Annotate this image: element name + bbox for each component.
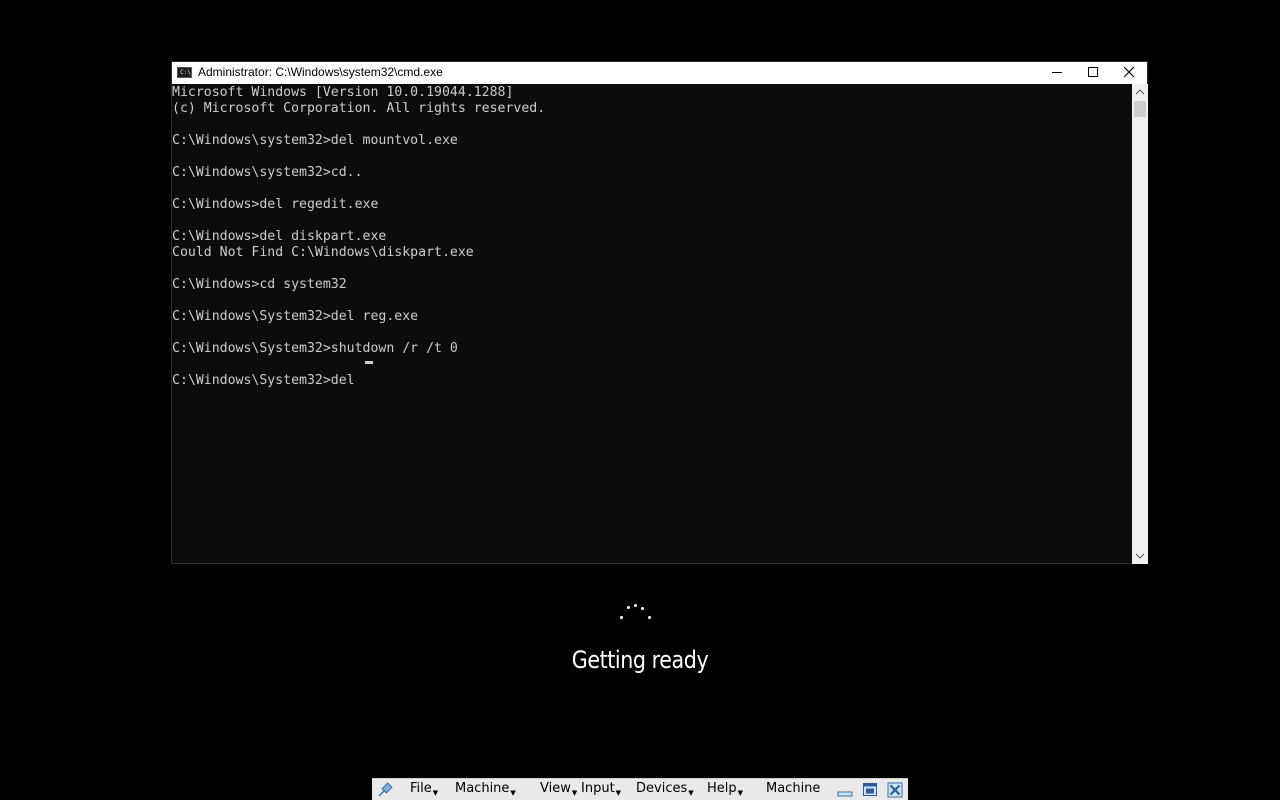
cmd-icon: C:\. <box>177 67 195 78</box>
menu-arrow-icon: ▼ <box>737 789 744 797</box>
scroll-up-button[interactable] <box>1132 84 1148 100</box>
restore-window-icon[interactable] <box>862 782 878 798</box>
scroll-thumb[interactable] <box>1134 101 1146 117</box>
menu-input[interactable]: Input▼ <box>581 781 621 797</box>
menu-arrow-icon: ▼ <box>688 789 694 797</box>
console-line: C:\Windows\system32>del mountvol.exe <box>172 133 458 148</box>
close-button[interactable] <box>1111 62 1147 84</box>
menu-devices[interactable]: Devices▼ <box>636 781 694 797</box>
menu-devices-label: Devices <box>636 781 688 796</box>
maximize-button[interactable] <box>1075 62 1111 84</box>
console-line: Microsoft Windows [Version 10.0.19044.12… <box>172 85 514 100</box>
loading-spinner-icon <box>615 600 655 626</box>
menu-help[interactable]: Help▼ <box>707 781 743 797</box>
console-line: C:\Windows\System32>del reg.exe <box>172 309 419 324</box>
scroll-down-button[interactable] <box>1132 548 1148 564</box>
menu-arrow-icon: ▼ <box>571 789 578 797</box>
minimize-icon <box>1052 72 1062 73</box>
pin-icon[interactable] <box>376 781 394 799</box>
console-line: C:\Windows\system32>cd.. <box>172 165 363 180</box>
menu-arrow-icon: ▼ <box>510 789 516 797</box>
cmd-icon-text: C:\. <box>180 69 195 76</box>
window-title: Administrator: C:\Windows\system32\cmd.e… <box>198 65 443 79</box>
menu-view[interactable]: View▼ <box>540 781 577 797</box>
chevron-down-icon <box>1136 553 1144 559</box>
minimize-button[interactable] <box>1039 62 1075 84</box>
menu-machine[interactable]: Machine▼ <box>455 781 516 797</box>
menu-arrow-icon: ▼ <box>615 789 622 797</box>
console-line: C:\Windows>cd system32 <box>172 277 347 292</box>
minimize-window-icon[interactable] <box>837 782 853 798</box>
chevron-up-icon <box>1136 89 1144 95</box>
cmd-window[interactable]: C:\. Administrator: C:\Windows\system32\… <box>171 61 1148 564</box>
menu-input-label: Input <box>581 781 615 796</box>
console-line: C:\Windows>del diskpart.exe <box>172 229 387 244</box>
text-cursor <box>365 361 373 364</box>
console-output[interactable]: Microsoft Windows [Version 10.0.19044.12… <box>172 84 1132 564</box>
console-line: C:\Windows\System32>shutdown /r /t 0 <box>172 341 458 356</box>
console-line: Could Not Find C:\Windows\diskpart.exe <box>172 245 474 260</box>
machine-name-label: Machine <box>766 781 821 796</box>
menu-arrow-icon: ▼ <box>432 789 439 797</box>
console-line: C:\Windows>del regedit.exe <box>172 197 379 212</box>
console-line: (c) Microsoft Corporation. All rights re… <box>172 101 546 116</box>
menu-file-label: File <box>410 781 432 796</box>
close-icon <box>1124 67 1135 78</box>
menu-help-label: Help <box>707 781 737 796</box>
close-vm-icon[interactable] <box>887 782 903 798</box>
menu-view-label: View <box>540 781 571 796</box>
console-line: C:\Windows\System32>del <box>172 373 363 388</box>
menu-file[interactable]: File▼ <box>410 781 438 797</box>
vertical-scrollbar[interactable] <box>1132 84 1148 564</box>
title-bar[interactable]: C:\. Administrator: C:\Windows\system32\… <box>172 62 1147 84</box>
getting-ready-text: Getting ready <box>571 646 709 674</box>
menu-machine-label: Machine <box>455 781 510 796</box>
vbox-menu-bar[interactable]: File▼ Machine▼ View▼ Input▼ Devices▼ Hel… <box>372 778 908 800</box>
maximize-icon <box>1088 67 1098 77</box>
